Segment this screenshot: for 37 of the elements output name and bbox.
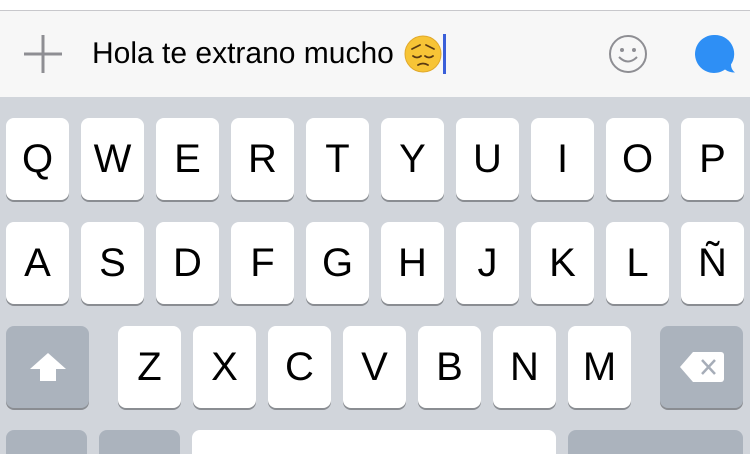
letter-key[interactable]: S — [81, 222, 144, 304]
letter-key[interactable]: B — [418, 326, 481, 408]
letter-key[interactable]: P — [681, 118, 744, 200]
letter-key[interactable]: E — [156, 118, 219, 200]
letter-key[interactable]: N — [493, 326, 556, 408]
letter-key[interactable]: Ñ — [681, 222, 744, 304]
letter-key[interactable]: O — [606, 118, 669, 200]
chat-bubble-icon[interactable] — [694, 34, 736, 74]
letter-key[interactable]: T — [306, 118, 369, 200]
letter-key[interactable]: I — [531, 118, 594, 200]
letter-key[interactable]: J — [456, 222, 519, 304]
letter-key[interactable]: W — [81, 118, 144, 200]
letter-key[interactable]: Y — [381, 118, 444, 200]
letter-key[interactable]: H — [381, 222, 444, 304]
letter-key[interactable]: X — [193, 326, 256, 408]
letter-key[interactable]: A — [6, 222, 69, 304]
letter-key[interactable]: D — [156, 222, 219, 304]
message-text: Hola te extrano mucho — [92, 37, 394, 71]
backspace-icon — [678, 351, 724, 383]
letter-key[interactable]: C — [268, 326, 331, 408]
letter-key[interactable]: Z — [118, 326, 181, 408]
letter-key[interactable]: U — [456, 118, 519, 200]
letter-key[interactable]: F — [231, 222, 294, 304]
letter-key[interactable]: L — [606, 222, 669, 304]
letter-key[interactable]: V — [343, 326, 406, 408]
letter-key[interactable]: M — [568, 326, 631, 408]
message-field[interactable]: Hola te extrano mucho — [92, 32, 608, 76]
letter-key[interactable]: Q — [6, 118, 69, 200]
smiley-icon[interactable] — [608, 34, 648, 74]
delete-key[interactable] — [660, 326, 743, 408]
add-icon[interactable] — [24, 35, 62, 73]
letter-key[interactable]: K — [531, 222, 594, 304]
pensive-face-icon — [404, 35, 442, 73]
letter-key[interactable]: R — [231, 118, 294, 200]
shift-key[interactable] — [6, 326, 89, 408]
shift-arrow-icon — [28, 351, 66, 383]
letter-key[interactable]: G — [306, 222, 369, 304]
